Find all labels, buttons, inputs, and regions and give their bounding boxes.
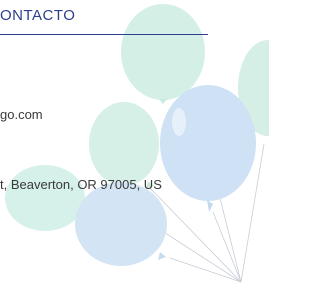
section-title: ONTACTO (0, 7, 76, 24)
balloons-icon (5, 4, 269, 283)
contact-email-text: go.com (0, 107, 43, 122)
title-divider (0, 34, 208, 35)
contact-address-text: t, Beaverton, OR 97005, US (0, 177, 162, 192)
green-balloon-left (5, 165, 85, 231)
blue-balloon-large (160, 85, 256, 212)
green-balloon-middle (89, 102, 159, 189)
blue-balloon-bottom (75, 182, 167, 266)
